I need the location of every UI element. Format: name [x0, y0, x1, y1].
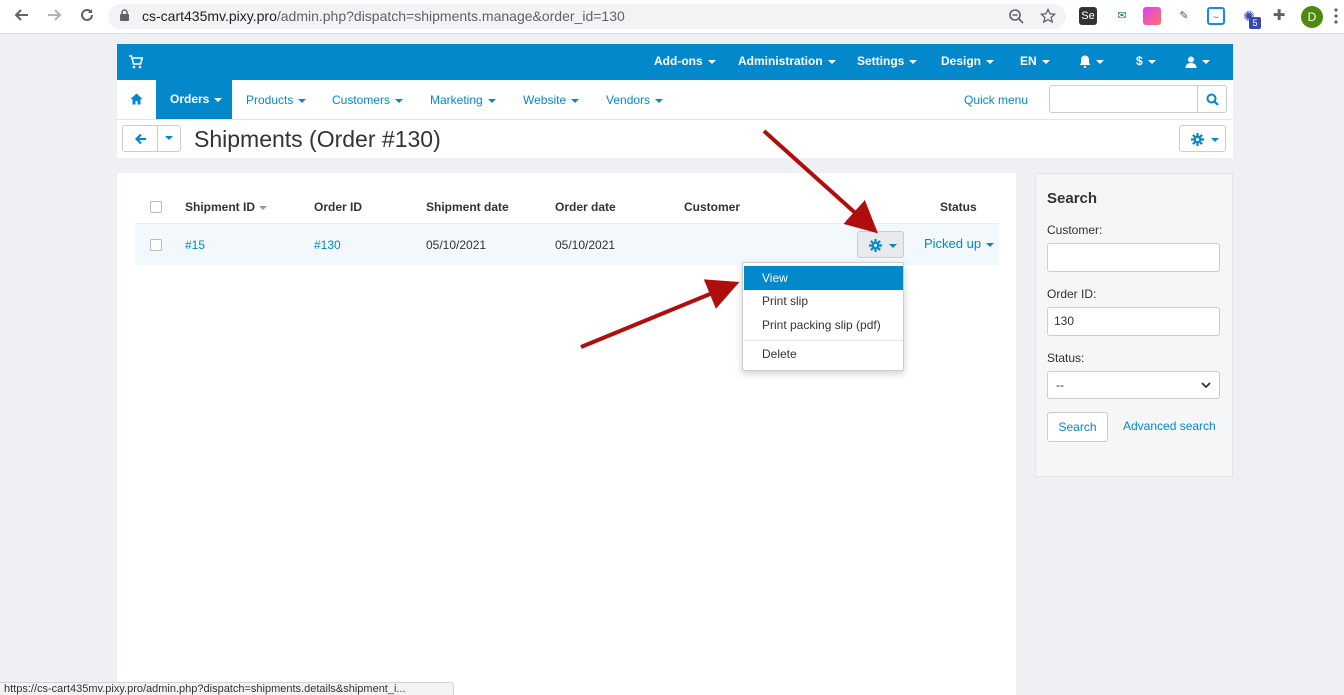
puzzle-icon[interactable]: ✚	[1270, 7, 1288, 25]
order-id-field[interactable]: 130	[1047, 307, 1220, 336]
extension-badge: 5	[1249, 17, 1261, 29]
admin-top-bar: Add-ons Administration Settings Design E…	[117, 44, 1233, 80]
home-link[interactable]	[117, 80, 156, 119]
table-row: #15 #130 05/10/2021 05/10/2021 Picked up	[135, 223, 999, 265]
arrow-left-icon	[135, 133, 146, 145]
search-icon	[1206, 93, 1219, 106]
menu-settings[interactable]: Settings	[857, 54, 918, 68]
column-status: Status	[940, 200, 977, 214]
menu-item-delete[interactable]: Delete	[744, 342, 903, 366]
profile-avatar[interactable]: D	[1301, 6, 1323, 28]
address-bar[interactable]: cs-cart435mv.pixy.pro/admin.php?dispatch…	[108, 4, 1066, 29]
page-title: Shipments (Order #130)	[194, 126, 441, 152]
status-dropdown[interactable]: Picked up	[924, 236, 995, 251]
menu-divider	[744, 340, 903, 341]
status-label: Status:	[1047, 351, 1085, 365]
user-icon	[1185, 56, 1197, 68]
nav-products[interactable]: Products	[246, 93, 307, 107]
menu-design[interactable]: Design	[941, 54, 995, 68]
main-navigation: Orders Products Customers Marketing Webs…	[117, 80, 1233, 119]
shipments-panel: Shipment ID Order ID Shipment date Order…	[117, 173, 1016, 695]
row-checkbox[interactable]	[150, 239, 162, 251]
page-header: Shipments (Order #130)	[117, 119, 1233, 158]
customer-field[interactable]	[1047, 243, 1220, 272]
zoom-icon[interactable]	[1008, 8, 1024, 24]
forward-arrow-icon[interactable]	[44, 7, 64, 27]
gear-icon	[869, 239, 882, 252]
status-select[interactable]: --	[1047, 371, 1220, 399]
select-all-checkbox[interactable]	[150, 201, 162, 213]
order-id-label: Order ID:	[1047, 287, 1097, 301]
menu-language[interactable]: EN	[1020, 54, 1050, 68]
menu-addons[interactable]: Add-ons	[654, 54, 716, 68]
nav-orders[interactable]: Orders	[156, 80, 232, 119]
notifications-menu[interactable]	[1079, 54, 1104, 69]
column-customer[interactable]: Customer	[684, 200, 740, 214]
user-menu[interactable]	[1185, 54, 1210, 68]
nav-customers[interactable]: Customers	[332, 93, 404, 107]
back-button[interactable]	[122, 125, 158, 152]
menu-item-print-packing-slip[interactable]: Print packing slip (pdf)	[744, 313, 903, 337]
lock-icon	[120, 9, 129, 21]
global-search-input[interactable]	[1049, 85, 1198, 113]
chart-extension-icon[interactable]: ~	[1207, 7, 1225, 25]
shipment-date: 05/10/2021	[426, 238, 487, 252]
nav-website[interactable]: Website	[523, 93, 580, 107]
order-id-link[interactable]: #130	[314, 238, 341, 252]
menu-administration[interactable]: Administration	[738, 54, 836, 68]
global-search-button[interactable]	[1197, 85, 1227, 113]
pen-extension-icon[interactable]: ✎	[1175, 7, 1193, 25]
row-actions-button[interactable]	[857, 231, 904, 258]
quick-menu-link[interactable]: Quick menu	[964, 93, 1028, 107]
bell-icon	[1079, 55, 1091, 69]
order-date: 05/10/2021	[555, 238, 616, 252]
column-order-date[interactable]: Order date	[555, 200, 616, 214]
nav-marketing[interactable]: Marketing	[430, 93, 496, 107]
reload-icon[interactable]	[77, 7, 97, 27]
menu-item-print-slip[interactable]: Print slip	[744, 289, 903, 313]
nav-vendors[interactable]: Vendors	[606, 93, 664, 107]
menu-item-view[interactable]: View	[744, 266, 903, 290]
bookmark-star-icon[interactable]	[1039, 7, 1057, 24]
browser-toolbar: cs-cart435mv.pixy.pro/admin.php?dispatch…	[0, 0, 1344, 34]
column-order-id[interactable]: Order ID	[314, 200, 362, 214]
kebab-menu-icon[interactable]	[1334, 8, 1338, 24]
sidebar-title: Search	[1047, 190, 1098, 207]
table-header: Shipment ID Order ID Shipment date Order…	[135, 197, 999, 223]
url-text: cs-cart435mv.pixy.pro/admin.php?dispatch…	[142, 8, 625, 24]
back-arrow-icon[interactable]	[12, 7, 32, 27]
search-button[interactable]: Search	[1047, 412, 1108, 442]
selenium-extension-icon[interactable]: Se	[1079, 7, 1097, 25]
home-icon	[130, 93, 143, 105]
gradient-extension-icon[interactable]	[1143, 7, 1161, 25]
gear-icon	[1191, 133, 1204, 146]
menu-currency[interactable]: $	[1136, 54, 1156, 68]
link-status-bar: https://cs-cart435mv.pixy.pro/admin.php?…	[0, 682, 454, 695]
search-sidebar: Search Customer: Order ID: 130 Status: -…	[1035, 173, 1233, 477]
page-settings-button[interactable]	[1179, 125, 1226, 152]
advanced-search-link[interactable]: Advanced search	[1123, 419, 1216, 433]
row-actions-menu: View Print slip Print packing slip (pdf)…	[742, 262, 904, 371]
column-shipment-id[interactable]: Shipment ID	[185, 200, 268, 214]
column-shipment-date[interactable]: Shipment date	[426, 200, 509, 214]
customer-label: Customer:	[1047, 223, 1103, 237]
cart-icon[interactable]	[129, 55, 143, 69]
back-dropdown-toggle[interactable]	[157, 125, 181, 152]
chevron-down-icon	[1201, 382, 1211, 389]
mail-extension-icon[interactable]: ✉	[1113, 7, 1131, 25]
shipment-id-link[interactable]: #15	[185, 238, 205, 252]
